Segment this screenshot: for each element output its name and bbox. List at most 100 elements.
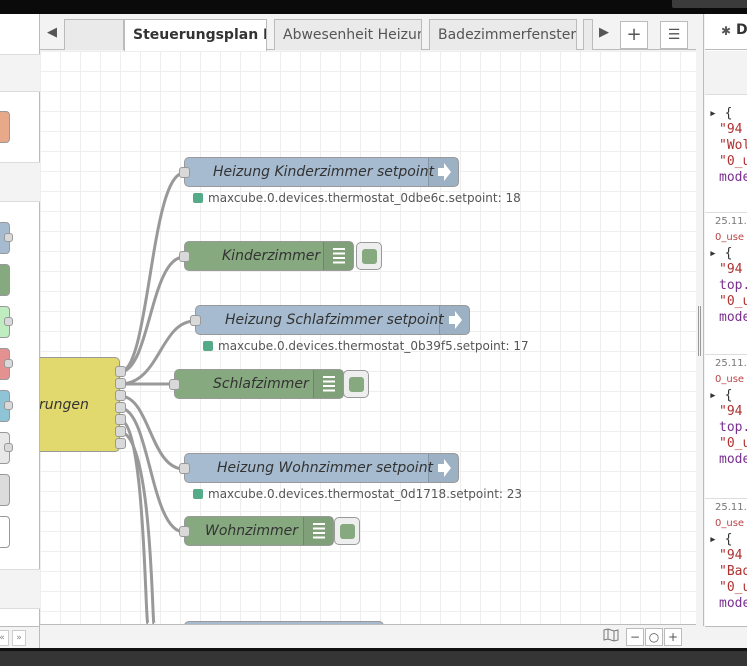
flow-workspace[interactable]: rungen Heizung Kinderzimmer setpoint max…: [40, 51, 696, 624]
tab-badezimmerfenster[interactable]: Badezimmerfenster/: [429, 19, 577, 50]
output-port[interactable]: [115, 438, 126, 449]
debug-message-line: "94: [719, 262, 743, 277]
wire[interactable]: [119, 255, 185, 374]
debug-node-wohnzimmer[interactable]: Wohnzimmer: [179, 516, 334, 546]
debug-toggle-button[interactable]: [334, 517, 360, 545]
output-port[interactable]: [115, 366, 126, 377]
node-icon: [323, 242, 353, 270]
debug-message-topic[interactable]: 0_use: [715, 232, 744, 243]
palette-node-port: [4, 317, 13, 326]
arrow-right-icon: [438, 459, 451, 477]
node-icon: [303, 517, 333, 545]
palette-expand-all-button[interactable]: »: [12, 630, 26, 646]
debug-message[interactable]: ▸ {"94top."0_umode: [705, 388, 747, 468]
tab-steuerungsplan[interactable]: Steuerungsplan He: [124, 19, 267, 51]
wire[interactable]: [119, 171, 185, 374]
debug-message[interactable]: ▸ {"94top."0_umode: [705, 246, 747, 326]
zoom-out-button[interactable]: −: [626, 628, 644, 646]
tab-scroll-right-icon[interactable]: ▶: [594, 18, 614, 50]
navigator-map-icon[interactable]: [602, 628, 620, 646]
palette-node[interactable]: [0, 516, 10, 548]
output-port[interactable]: [115, 414, 126, 425]
input-port[interactable]: [179, 526, 190, 537]
tab-abwesenheit[interactable]: Abwesenheit Heizun: [274, 19, 422, 50]
debug-message-topic[interactable]: 0_use: [715, 374, 744, 385]
top-window-bar: [0, 0, 747, 14]
function-node[interactable]: rungen: [40, 357, 126, 452]
input-port[interactable]: [179, 251, 190, 262]
mqtt-out-node-wohnzimmer[interactable]: Heizung Wohnzimmer setpoint: [179, 453, 459, 483]
flow-list-menu-icon[interactable]: ☰: [660, 21, 688, 49]
zoom-in-button[interactable]: +: [664, 628, 682, 646]
splitter-grip-icon[interactable]: [698, 306, 701, 356]
debug-message-line: "94: [719, 548, 743, 563]
node-label: Schlafzimmer: [213, 376, 309, 392]
debug-message-separator: [705, 212, 747, 213]
sidebar-splitter[interactable]: [696, 14, 704, 626]
palette-node[interactable]: [0, 474, 10, 506]
output-port[interactable]: [115, 378, 126, 389]
zoom-reset-button[interactable]: ○: [645, 628, 663, 646]
wire[interactable]: [119, 406, 185, 534]
tab-blank[interactable]: [64, 19, 124, 50]
mqtt-out-node-kinderzimmer[interactable]: Heizung Kinderzimmer setpoint: [179, 157, 459, 187]
debug-toggle-button[interactable]: [356, 242, 382, 270]
palette-node[interactable]: [0, 111, 10, 143]
sidebar-footer: [705, 626, 747, 648]
debug-message-line: "Bad: [719, 564, 747, 579]
bug-icon: ✱: [721, 24, 732, 38]
debug-toggle-button[interactable]: [343, 370, 369, 398]
palette-node[interactable]: [0, 264, 10, 296]
input-port[interactable]: [179, 167, 190, 178]
debug-message-line: "0_u: [719, 580, 747, 595]
function-node-label: rungen: [40, 397, 89, 413]
debug-list-icon: [313, 523, 325, 539]
palette-category-header[interactable]: [0, 162, 40, 202]
input-port[interactable]: [179, 463, 190, 474]
node-label: Wohnzimmer: [205, 523, 299, 539]
debug-message-line: mode: [719, 170, 747, 185]
sidebar-tab-label: D: [736, 22, 747, 38]
node-label: Heizung Kinderzimmer setpoint: [213, 164, 435, 180]
output-port[interactable]: [115, 402, 126, 413]
palette-collapse-all-button[interactable]: «: [0, 630, 9, 646]
arrow-right-icon: [438, 163, 451, 181]
debug-message[interactable]: ▸ {"94 "Bad "0_u mode: [705, 532, 747, 612]
debug-message-line: "Wol: [719, 138, 747, 153]
input-port[interactable]: [169, 379, 180, 390]
debug-message-line: top.: [719, 420, 747, 435]
mqtt-out-node-schlafzimmer[interactable]: Heizung Schlafzimmer setpoint: [190, 305, 470, 335]
output-port[interactable]: [115, 390, 126, 401]
debug-message-line: mode: [719, 596, 747, 611]
node-status-text: maxcube.0.devices.thermostat_0d1718.setp…: [208, 487, 523, 501]
debug-message-meta: 25.11.: [715, 502, 747, 513]
sidebar-tab-debug[interactable]: ✱ D: [705, 14, 747, 50]
input-port[interactable]: [190, 315, 201, 326]
debug-message[interactable]: ▸ {"94 "Wol "0_u mode: [705, 106, 747, 186]
debug-list-icon: [333, 248, 345, 264]
palette-node-port: [4, 443, 13, 452]
debug-message-topic[interactable]: 0_use: [715, 518, 744, 529]
node-icon: [428, 158, 458, 186]
debug-node-schlafzimmer[interactable]: Schlafzimmer: [169, 369, 344, 399]
debug-sidebar: ✱ D ▸ {"94 "Wol "0_u mode 25.11. 0_use ▸ {"94 t…: [705, 14, 747, 626]
node-label: Kinderzimmer: [222, 248, 321, 264]
palette-category-header[interactable]: [0, 569, 40, 609]
workspace-tabs: ◀ Steuerungsplan He Abwesenheit Heizun B…: [40, 14, 696, 51]
node-palette: [0, 14, 40, 626]
node-label: Heizung Wohnzimmer setpoint: [217, 460, 434, 476]
node-status-text: maxcube.0.devices.thermostat_0dbe6c.setp…: [208, 191, 521, 205]
debug-message-line: "94: [719, 122, 743, 137]
add-flow-button[interactable]: +: [620, 21, 648, 49]
debug-node-kinderzimmer[interactable]: Kinderzimmer: [179, 241, 354, 271]
tab-partial[interactable]: [583, 19, 593, 50]
palette-node-port: [4, 401, 13, 410]
tab-scroll-left-icon[interactable]: ◀: [42, 18, 62, 50]
node-icon: [428, 454, 458, 482]
node-icon: [439, 306, 469, 334]
window-button[interactable]: [672, 0, 747, 8]
debug-message-line: top.: [719, 278, 747, 293]
palette-node-port: [4, 233, 13, 242]
palette-category-header[interactable]: [0, 54, 40, 92]
output-port[interactable]: [115, 426, 126, 437]
